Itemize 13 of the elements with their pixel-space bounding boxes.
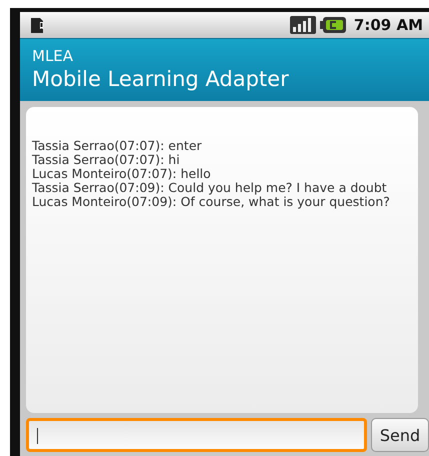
chat-message: Tassia Serrao(07:09): Could you help me? I have a doubt (32, 181, 388, 195)
chat-message: Lucas Monteiro(07:07): hello (32, 167, 212, 181)
send-button[interactable]: Send (371, 418, 429, 452)
chat-message: Lucas Monteiro(07:09): Of course, what is your question? (32, 195, 391, 209)
clock-time: 7:09 AM (354, 16, 423, 34)
signal-icon (290, 16, 316, 34)
app-name: MLEA (32, 47, 74, 65)
battery-icon (320, 16, 346, 34)
chat-message: Tassia Serrao(07:07): hi (32, 153, 181, 167)
sd-card-warning-icon (28, 16, 46, 34)
app-title: Mobile Learning Adapter (32, 66, 290, 93)
message-input-field[interactable] (26, 418, 367, 452)
chat-message: Tassia Serrao(07:07): enter (32, 139, 203, 153)
